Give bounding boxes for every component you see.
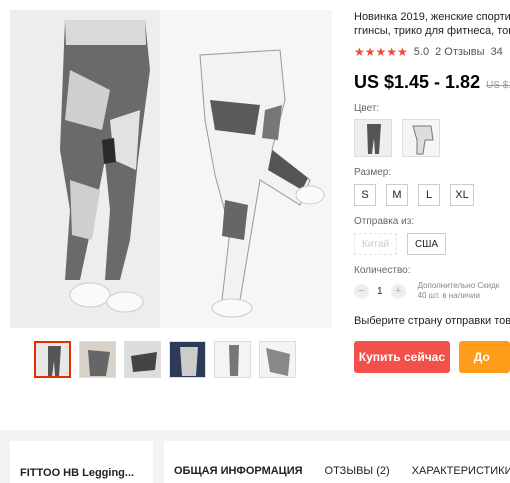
color-label: Цвет:: [354, 103, 380, 114]
tab-specs[interactable]: ХАРАКТЕРИСТИКИ: [412, 465, 510, 483]
action-buttons: Купить сейчас До: [354, 341, 510, 373]
detail-tabs: ОБЩАЯ ИНФОРМАЦИЯ ОТЗЫВЫ (2) ХАРАКТЕРИСТИ…: [164, 441, 510, 483]
quantity-stepper: − 1 + Дополнительно Скидк 40 шт. в налич…: [354, 281, 510, 301]
thumbnail-strip: [34, 341, 296, 378]
color-option-1[interactable]: [354, 119, 392, 157]
size-option-l[interactable]: L: [418, 184, 440, 206]
quantity-value[interactable]: 1: [377, 286, 383, 297]
color-option-2[interactable]: [402, 119, 440, 157]
tab-reviews[interactable]: ОТЗЫВЫ (2): [325, 465, 390, 483]
tab-overview[interactable]: ОБЩАЯ ИНФОРМАЦИЯ: [174, 465, 303, 483]
title-line-2: ггинсы, трико для фитнеса, тонк: [354, 25, 510, 37]
minus-icon[interactable]: −: [354, 283, 369, 299]
stock-note-line-1: Дополнительно Скидк: [417, 281, 500, 290]
ship-option-china[interactable]: Китай: [354, 233, 398, 255]
color-options: [354, 119, 510, 157]
quantity-label: Количество:: [354, 265, 411, 276]
rating-value: 5.0: [413, 46, 430, 58]
thumbnail-4[interactable]: [169, 341, 206, 378]
thumbnail-6[interactable]: [259, 341, 296, 378]
title-line-1: Новинка 2019, женские спортив: [354, 11, 510, 23]
thumbnail-2[interactable]: [79, 341, 116, 378]
ship-from-label: Отправка из:: [354, 216, 415, 227]
choose-country-text: Выберите страну отправки това: [354, 315, 510, 327]
store-name[interactable]: FITTOO HB Legging...: [10, 441, 153, 483]
product-info: Новинка 2019, женские спортив ггинсы, тр…: [354, 10, 510, 373]
product-title: Новинка 2019, женские спортив ггинсы, тр…: [354, 10, 510, 38]
size-option-m[interactable]: M: [386, 184, 408, 206]
thumbnail-3[interactable]: [124, 341, 161, 378]
orders-count: 34: [490, 46, 503, 58]
thumbnail-5[interactable]: [214, 341, 251, 378]
size-label: Размер:: [354, 167, 392, 178]
stock-note-line-2: 40 шт. в наличии: [417, 291, 480, 300]
ship-options: Китай США: [354, 233, 510, 255]
add-to-cart-button[interactable]: До: [458, 341, 510, 373]
size-option-xl[interactable]: XL: [450, 184, 474, 206]
size-options: S M L XL: [354, 184, 510, 206]
price-value: US $1.45 - 1.82: [354, 72, 481, 92]
rating-row: ★★★★★ 5.0 2 Отзывы 34: [354, 45, 510, 59]
star-icon: ★★★★★: [354, 45, 408, 59]
product-main-image[interactable]: [10, 10, 332, 328]
size-option-s[interactable]: S: [354, 184, 376, 206]
old-price: US $1.4: [486, 80, 510, 91]
thumbnail-1[interactable]: [34, 341, 71, 378]
plus-icon[interactable]: +: [390, 283, 406, 299]
stock-note: Дополнительно Скидк 40 шт. в наличии: [418, 281, 500, 301]
reviews-link[interactable]: 2 Отзывы: [435, 46, 484, 58]
ship-option-usa[interactable]: США: [407, 233, 447, 255]
buy-now-button[interactable]: Купить сейчас: [354, 341, 450, 373]
price: US $1.45 - 1.82 US $1.4: [354, 72, 510, 93]
